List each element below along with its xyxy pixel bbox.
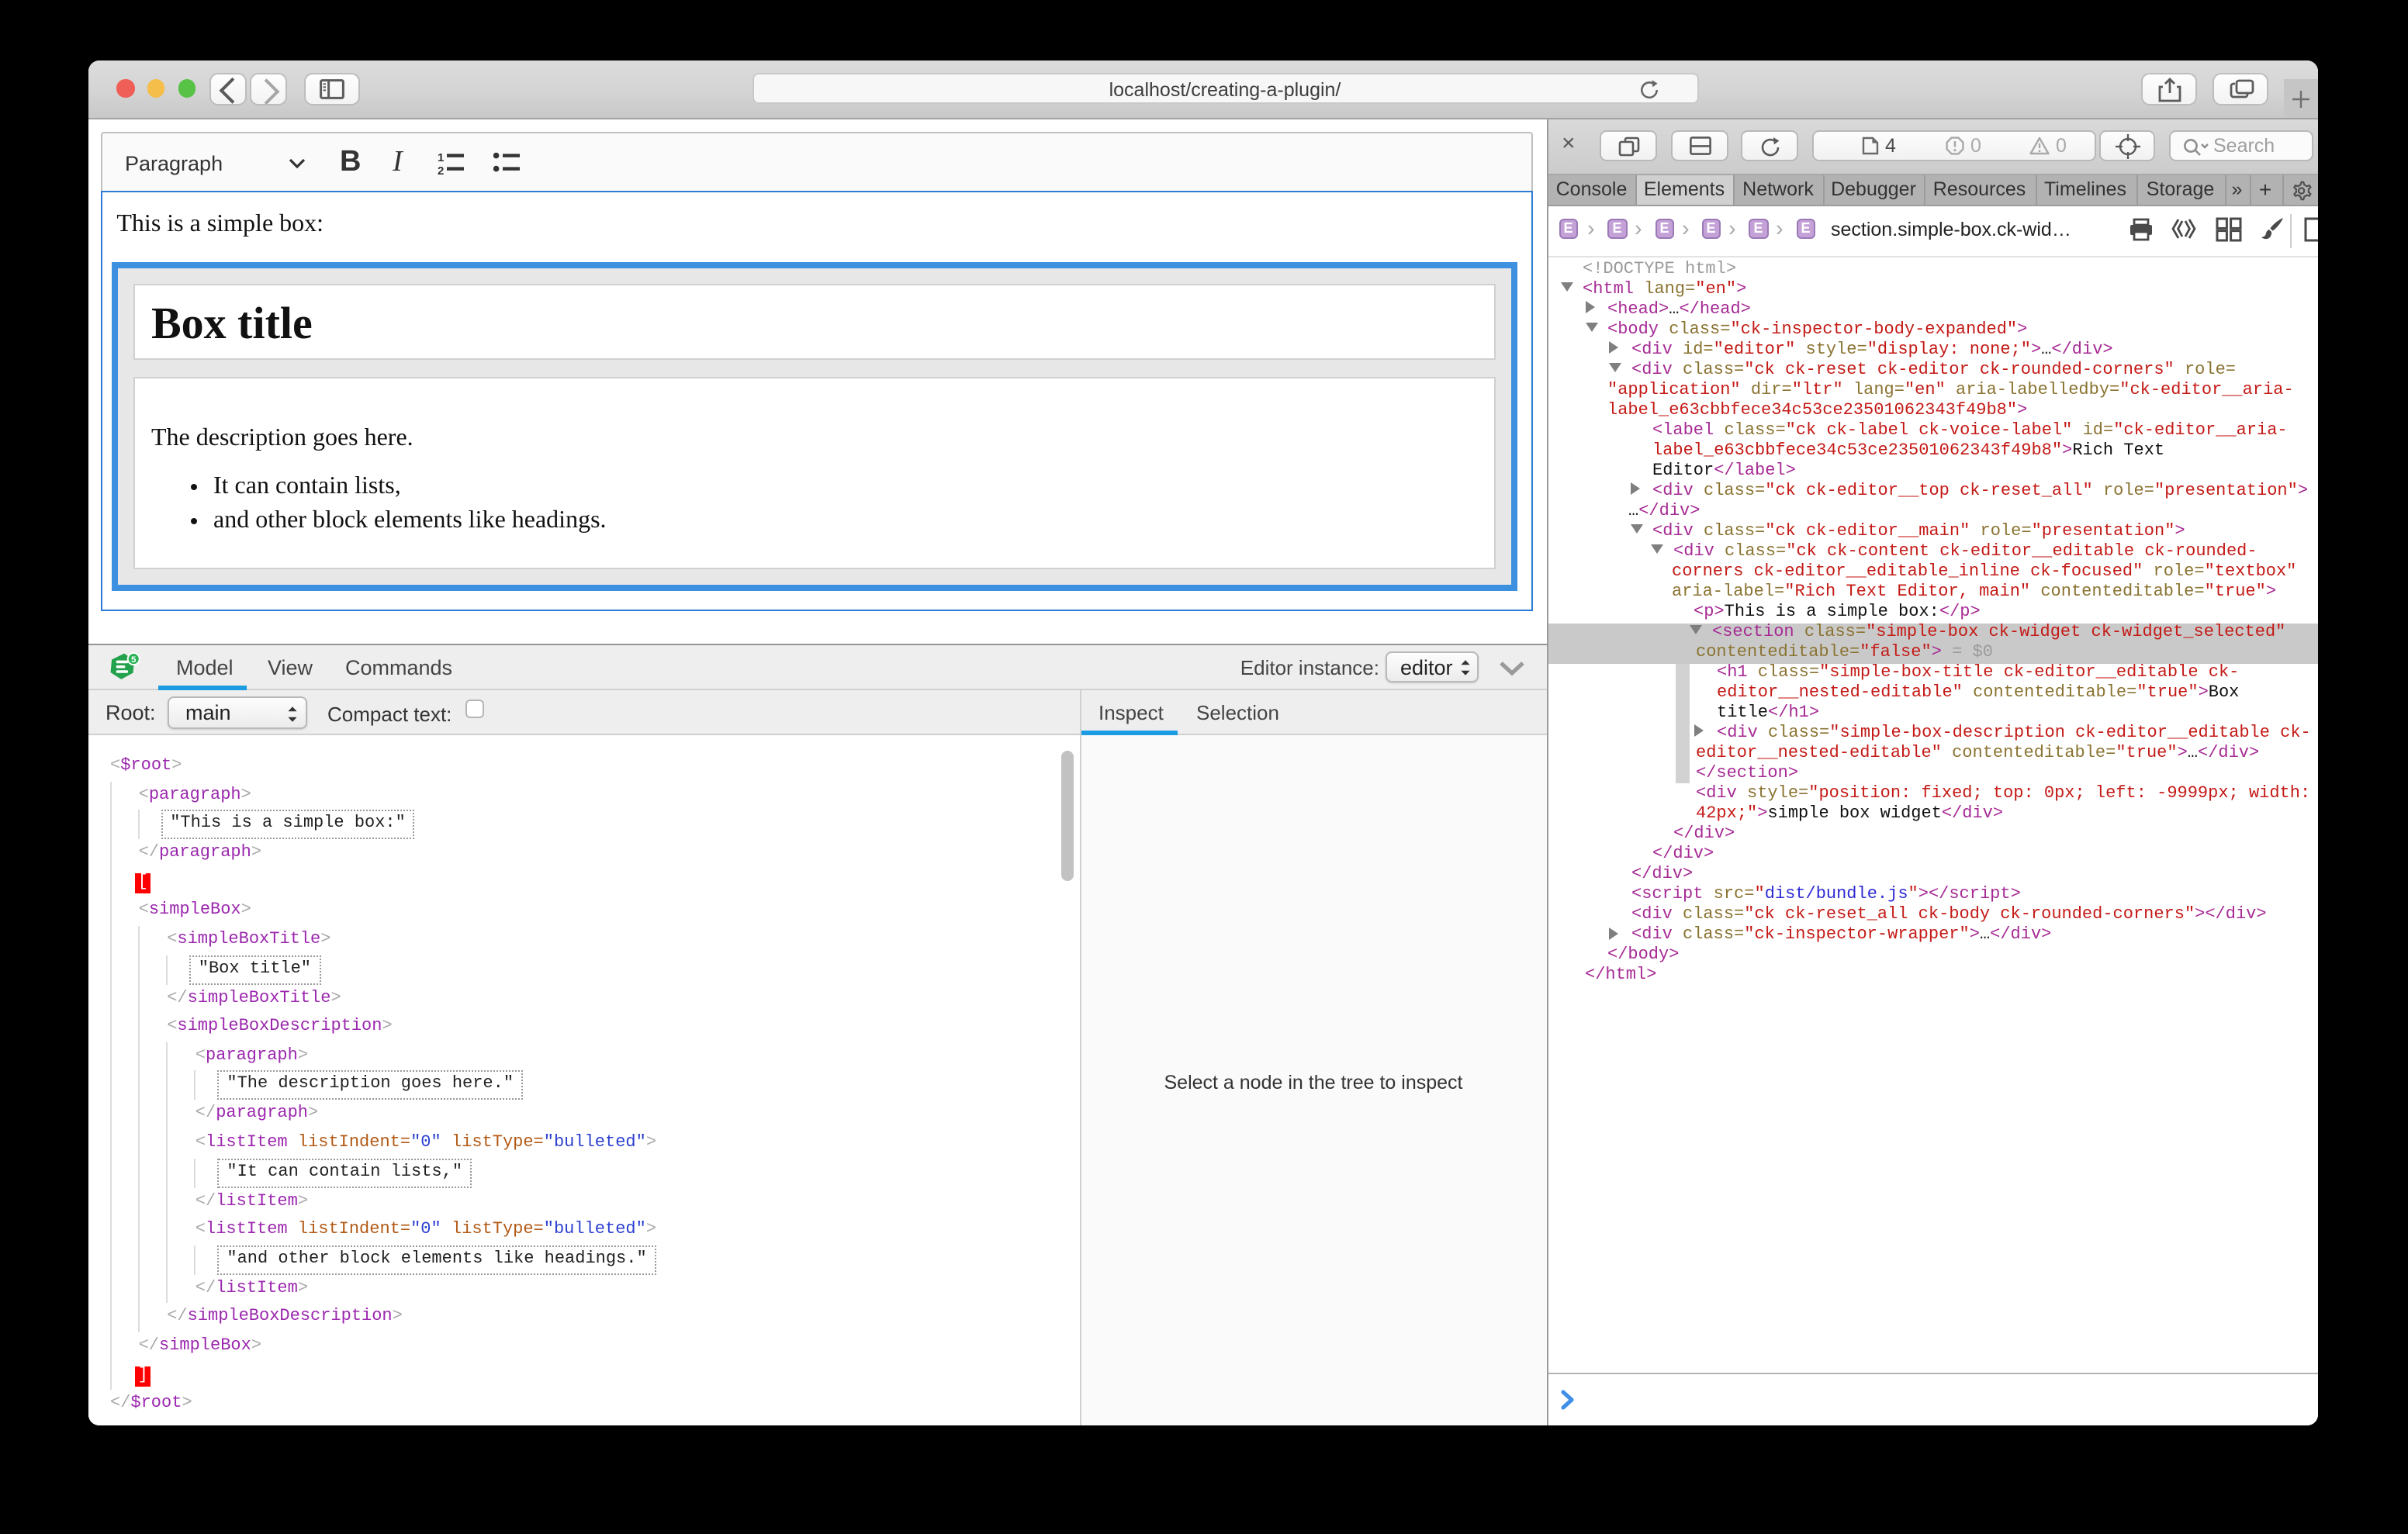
svg-text:5: 5 (131, 655, 137, 664)
svg-text:2: 2 (438, 164, 444, 174)
svg-text:1: 1 (438, 150, 444, 164)
